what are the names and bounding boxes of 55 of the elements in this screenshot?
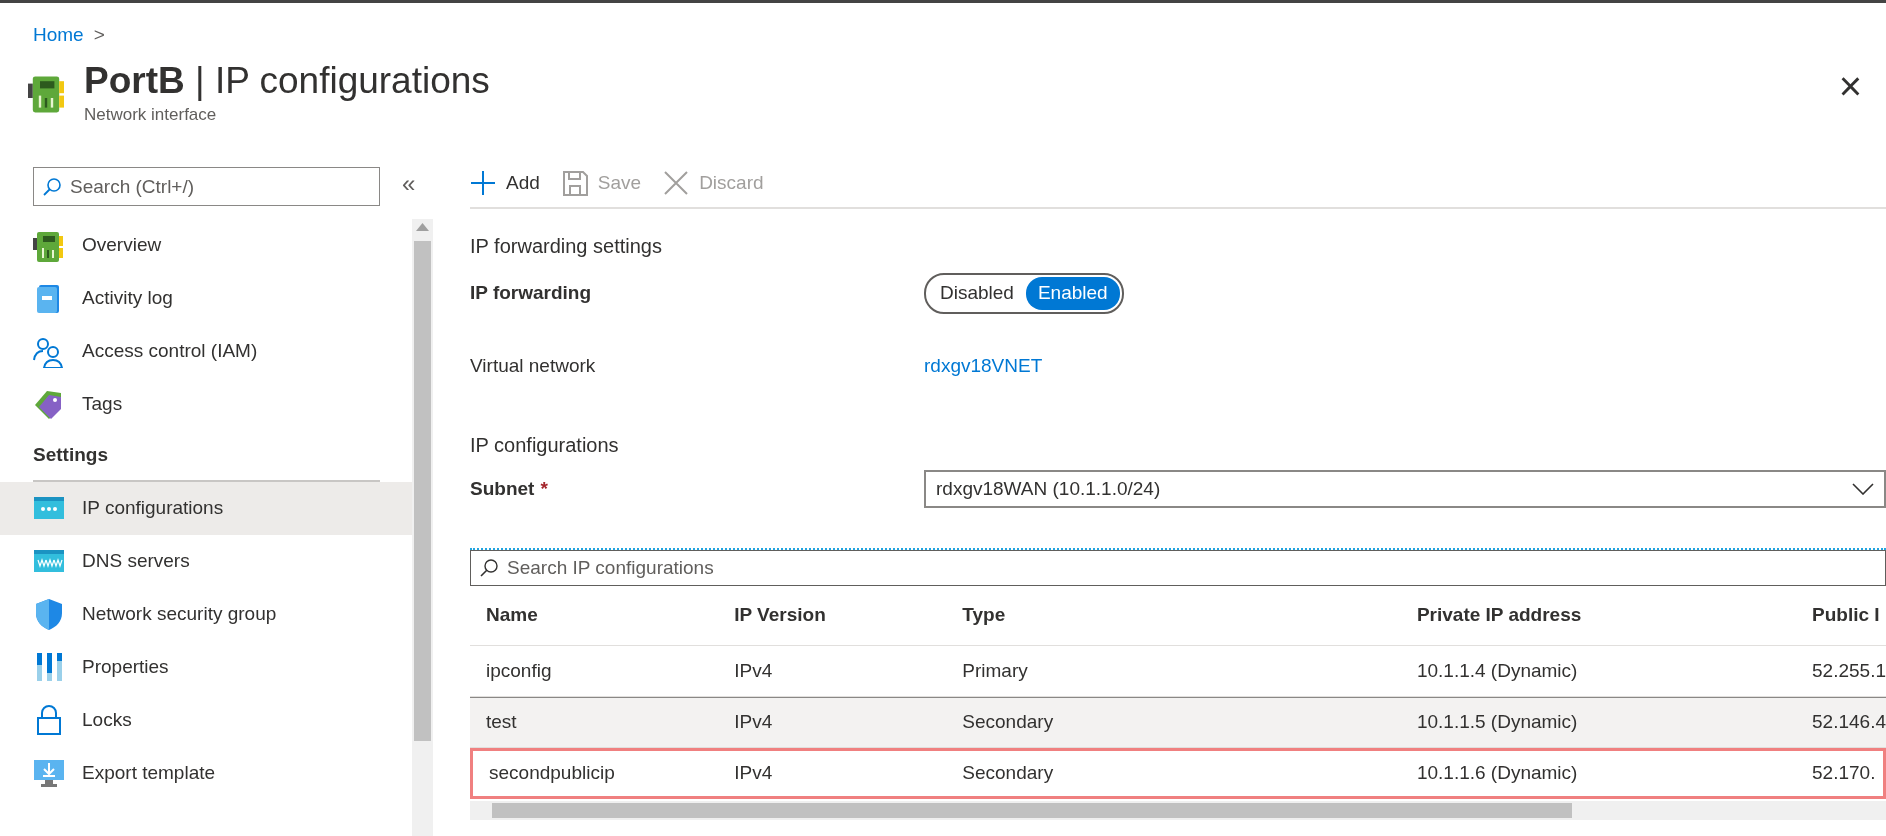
close-icon [663, 170, 690, 196]
sidebar-item[interactable]: Export template [0, 746, 412, 800]
sidebar-item[interactable]: Tags [0, 378, 412, 431]
scrollbar[interactable] [412, 219, 433, 836]
sidebar-item[interactable]: DNS servers [0, 534, 412, 588]
toggle-option[interactable]: Enabled [1025, 277, 1120, 310]
column-header[interactable]: Name [470, 586, 719, 646]
close-button[interactable]: × [1832, 65, 1868, 106]
add-button[interactable]: Add [470, 168, 540, 198]
toggle-option[interactable]: Disabled [928, 277, 1026, 310]
column-header[interactable]: Type [946, 586, 1401, 646]
page-subtitle: Network interface [84, 103, 218, 126]
field-label-text: Subnet [470, 477, 535, 499]
scroll-up-icon [416, 223, 429, 231]
monitor-download-icon [33, 757, 65, 789]
sidebar-item[interactable]: Network security group [0, 587, 412, 641]
breadcrumb-link[interactable]: Home [33, 24, 84, 45]
toggle-switch[interactable]: Disabled Enabled [924, 273, 1124, 314]
column-header[interactable]: IP Version [718, 586, 947, 646]
breadcrumb-separator: > [93, 24, 105, 45]
chevron-down-icon [1852, 483, 1874, 495]
plus-icon [470, 170, 496, 196]
table-cell: IPv4 [718, 697, 947, 748]
search-icon [479, 558, 499, 578]
table-cell: 52.146.4 [1796, 697, 1886, 748]
sidebar-item[interactable]: Activity log [0, 272, 412, 325]
section-heading: IP forwarding settings [470, 234, 663, 259]
network-card-icon [28, 74, 66, 115]
page-title: PortB | IP configurations [84, 61, 490, 102]
subnet-dropdown[interactable]: rdxgv18WAN (10.1.1.0/24) [924, 470, 1886, 508]
shield-icon [33, 598, 65, 630]
network-link[interactable]: rdxgv18VNET [924, 351, 1043, 380]
table-cell: Secondary [946, 748, 1401, 799]
sidebar-item[interactable]: Access control (IAM) [0, 325, 412, 378]
column-header[interactable]: Public I [1796, 586, 1886, 646]
table-cell: secondpublicip [470, 748, 719, 799]
field-label: Virtual network [470, 353, 597, 378]
search-icon [42, 176, 62, 197]
table-cell: test [470, 697, 719, 748]
search-field[interactable]: Search IP configurations [470, 550, 1886, 586]
required-marker: * [540, 477, 548, 499]
table-cell: 10.1.1.5 (Dynamic) [1400, 697, 1797, 748]
network-card-icon [33, 229, 65, 262]
people-icon [33, 335, 65, 368]
sidebar-item[interactable]: Properties [0, 640, 412, 694]
scrollbar[interactable] [470, 801, 1886, 820]
search-field[interactable]: Search (Ctrl+/) [33, 167, 380, 206]
section-heading: IP configurations [470, 433, 620, 458]
table-cell: Secondary [946, 697, 1401, 748]
collapse-button[interactable]: « [396, 165, 422, 203]
sidebar-item[interactable]: Overview [0, 219, 412, 272]
sidebar-item[interactable]: Locks [0, 693, 412, 747]
field-label: IP forwarding [470, 281, 593, 305]
column-header[interactable]: Private IP address [1400, 586, 1797, 646]
sidebar-item[interactable]: IP configurations [0, 481, 412, 535]
